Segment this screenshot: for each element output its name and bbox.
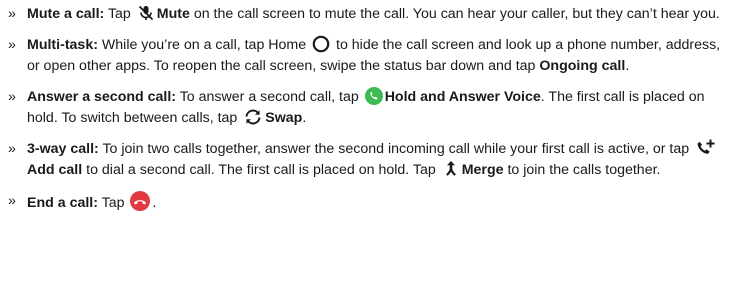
item-term: Mute a call: bbox=[27, 6, 105, 22]
mic-off-icon bbox=[137, 4, 155, 22]
bullet-marker: » bbox=[8, 141, 16, 157]
swap-icon bbox=[243, 108, 263, 126]
item-text: to dial a second call. The first call is… bbox=[82, 162, 440, 178]
item-text: on the call screen to mute the call. You… bbox=[189, 6, 720, 22]
bullet-marker: » bbox=[8, 193, 16, 209]
list-item-mute: » Mute a call: Tap Mute on the call scre… bbox=[8, 4, 726, 25]
bold-label: Mute bbox=[156, 6, 190, 22]
item-term: Answer a second call: bbox=[27, 89, 177, 105]
item-text: to join the calls together. bbox=[503, 162, 661, 178]
merge-icon bbox=[442, 160, 460, 178]
bullet-marker: » bbox=[8, 89, 16, 105]
list-item-answer-second-call: » Answer a second call: To answer a seco… bbox=[8, 87, 726, 129]
add-call-icon bbox=[695, 139, 715, 157]
list-item-end-call: » End a call: Tap . bbox=[8, 191, 726, 214]
bold-label: Merge bbox=[461, 162, 504, 178]
item-term: End a call: bbox=[27, 195, 98, 211]
list-item-three-way-call: » 3-way call: To join two calls together… bbox=[8, 139, 726, 181]
answer-phone-icon bbox=[364, 87, 383, 105]
bullet-marker: » bbox=[8, 37, 16, 53]
end-call-icon bbox=[130, 191, 151, 211]
item-text: While you’re on a call, tap Home bbox=[97, 37, 311, 53]
list-item-multitask: » Multi-task: While you’re on a call, ta… bbox=[8, 35, 726, 77]
item-text: Tap bbox=[97, 195, 129, 211]
item-text: To answer a second call, tap bbox=[176, 89, 363, 105]
bold-label: Ongoing call bbox=[539, 58, 626, 74]
bold-label: Add call bbox=[27, 162, 83, 178]
item-term: Multi-task: bbox=[27, 37, 98, 53]
item-text: To join two calls together, answer the s… bbox=[98, 141, 694, 157]
call-features-list: » Mute a call: Tap Mute on the call scre… bbox=[0, 0, 734, 214]
home-circle-icon bbox=[312, 35, 330, 53]
bold-label: Swap bbox=[265, 110, 303, 126]
bold-label: Hold and Answer Voice bbox=[384, 89, 541, 105]
item-text: . bbox=[302, 110, 307, 126]
item-text: . bbox=[625, 58, 630, 74]
item-text: Tap bbox=[104, 6, 135, 22]
item-term: 3-way call: bbox=[27, 141, 99, 157]
bullet-marker: » bbox=[8, 6, 16, 22]
item-text: . bbox=[152, 195, 157, 211]
